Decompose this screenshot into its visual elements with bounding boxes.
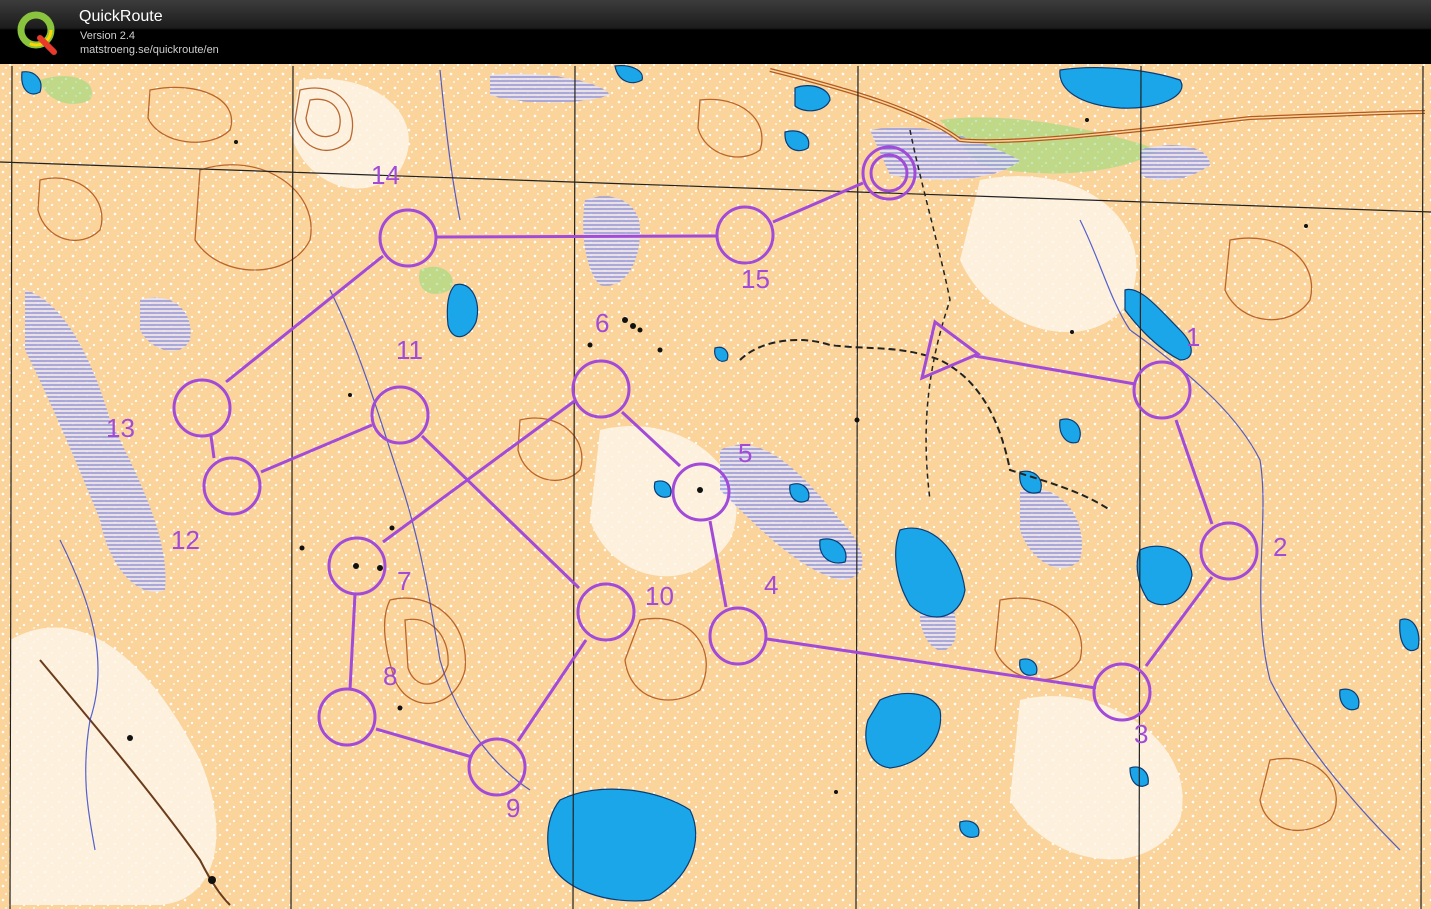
control-number-15: 15 bbox=[741, 264, 770, 294]
app-version: Version 2.4 bbox=[80, 30, 136, 42]
control-number-10: 10 bbox=[645, 581, 674, 611]
control-number-12: 12 bbox=[171, 525, 200, 555]
map-canvas[interactable]: 1 2 3 4 5 6 7 8 9 10 11 12 13 14 15 bbox=[0, 64, 1431, 909]
control-number-14: 14 bbox=[371, 160, 400, 190]
control-number-5: 5 bbox=[738, 438, 752, 468]
control-number-7: 7 bbox=[397, 566, 411, 596]
app-url: matstroeng.se/quickroute/en bbox=[80, 44, 219, 56]
control-number-9: 9 bbox=[506, 793, 520, 823]
control-number-11: 11 bbox=[396, 335, 423, 365]
control-number-2: 2 bbox=[1273, 532, 1287, 562]
quickroute-logo-icon bbox=[17, 11, 57, 55]
title-bar: QuickRoute Version 2.4 matstroeng.se/qui… bbox=[0, 0, 1431, 63]
control-number-4: 4 bbox=[764, 570, 778, 600]
control-number-13: 13 bbox=[106, 413, 135, 443]
app-title: QuickRoute bbox=[79, 8, 163, 25]
orienteering-map[interactable]: 1 2 3 4 5 6 7 8 9 10 11 12 13 14 15 bbox=[0, 64, 1431, 909]
control-number-6: 6 bbox=[595, 308, 609, 338]
control-number-1: 1 bbox=[1186, 322, 1200, 352]
control-number-3: 3 bbox=[1134, 719, 1148, 749]
control-number-8: 8 bbox=[383, 661, 397, 691]
